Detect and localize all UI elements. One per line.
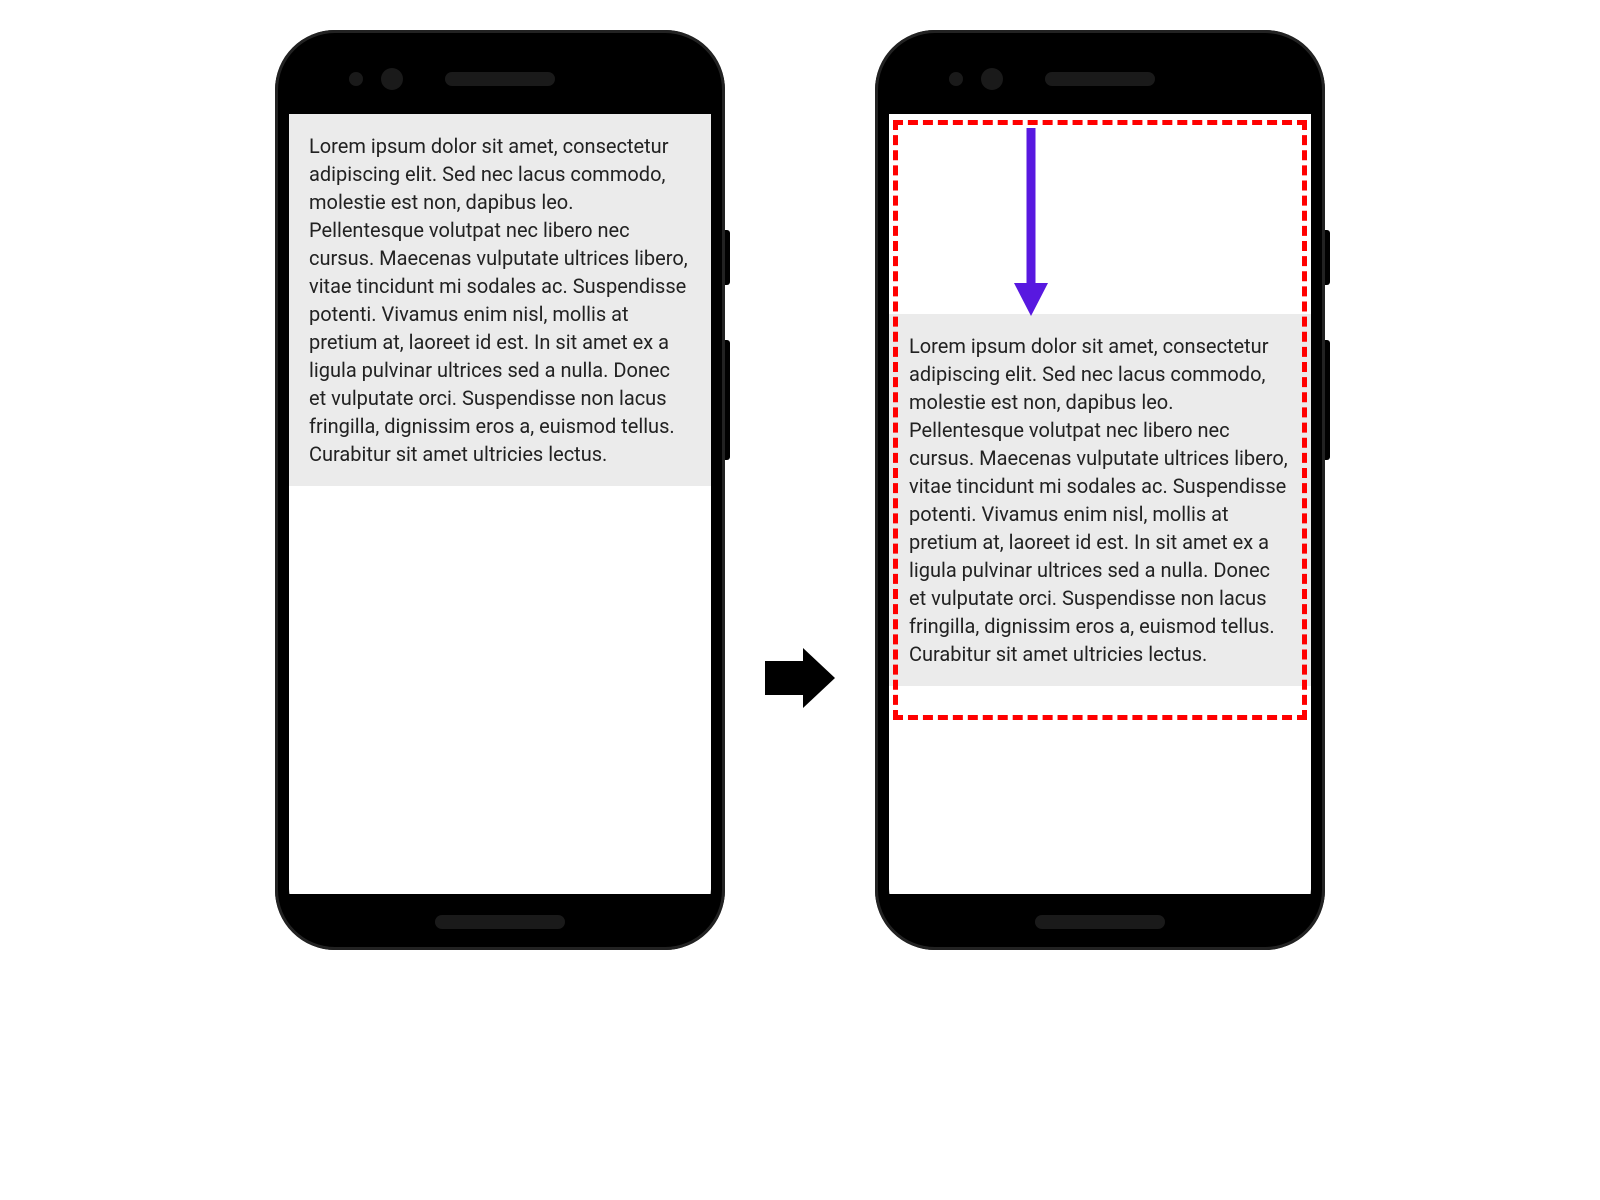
content-text-block-shifted: Lorem ipsum dolor sit amet, consectetur … xyxy=(889,314,1311,686)
home-indicator-icon xyxy=(435,915,565,929)
speaker-grille-icon xyxy=(1045,72,1155,86)
transition-arrow-icon xyxy=(765,643,835,717)
volume-button-bottom xyxy=(1325,340,1330,460)
phone-top-bezel xyxy=(889,44,1311,114)
camera-dot-icon xyxy=(981,68,1003,90)
phone-screen-before[interactable]: Lorem ipsum dolor sit amet, consectetur … xyxy=(289,114,711,894)
phone-bottom-bezel xyxy=(889,894,1311,936)
volume-button-top xyxy=(725,230,730,285)
sensor-dot-icon xyxy=(349,72,363,86)
phone-after: Lorem ipsum dolor sit amet, consectetur … xyxy=(875,30,1325,950)
lorem-text: Lorem ipsum dolor sit amet, consectetur … xyxy=(909,334,1288,666)
speaker-grille-icon xyxy=(445,72,555,86)
content-text-block: Lorem ipsum dolor sit amet, consectetur … xyxy=(289,114,711,486)
scroll-down-arrow-icon xyxy=(1011,128,1051,322)
volume-button-top xyxy=(1325,230,1330,285)
home-indicator-icon xyxy=(1035,915,1165,929)
lorem-text: Lorem ipsum dolor sit amet, consectetur … xyxy=(309,134,688,466)
phone-before: Lorem ipsum dolor sit amet, consectetur … xyxy=(275,30,725,950)
sensor-dot-icon xyxy=(949,72,963,86)
phone-bottom-bezel xyxy=(289,894,711,936)
phone-top-bezel xyxy=(289,44,711,114)
volume-button-bottom xyxy=(725,340,730,460)
camera-dot-icon xyxy=(381,68,403,90)
phone-screen-after[interactable]: Lorem ipsum dolor sit amet, consectetur … xyxy=(889,114,1311,894)
scroll-diagram: Lorem ipsum dolor sit amet, consectetur … xyxy=(275,30,1325,950)
